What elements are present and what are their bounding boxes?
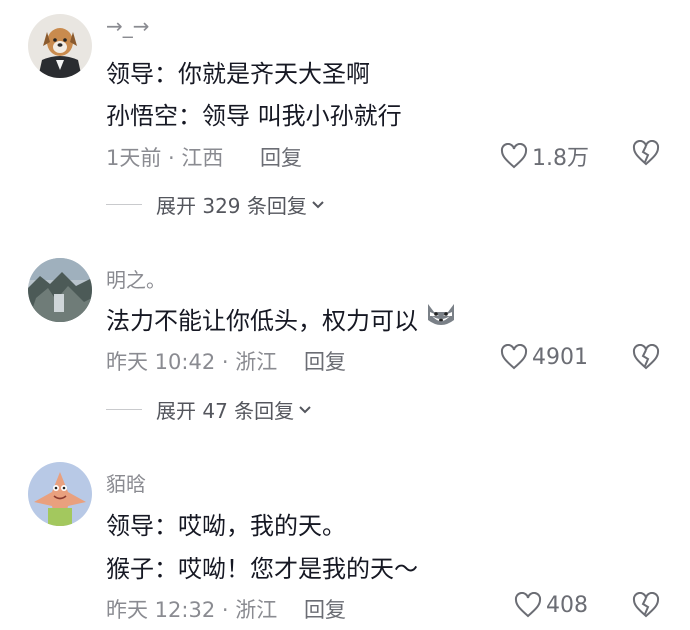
like-button[interactable]: 1.8万 — [500, 140, 589, 172]
heart-outline-icon — [500, 344, 528, 370]
expand-replies-label: 展开 329 条回复 — [156, 194, 307, 218]
expand-replies-button[interactable]: 展开 47 条回复 — [106, 395, 312, 424]
avatar[interactable] — [28, 14, 92, 78]
comment-text-line-2: 孙悟空：领导 叫我小孙就行 — [106, 102, 402, 130]
comment-text-line-1: 法力不能让你低头，权力可以 — [106, 300, 458, 336]
reply-button[interactable]: 回复 — [260, 142, 302, 172]
heart-outline-icon — [514, 592, 542, 618]
comment-text-line-2: 猴子：哎呦！您才是我的天～ — [106, 555, 418, 583]
timestamp-location: 昨天 10:42 · 浙江 — [106, 350, 278, 374]
comment-text-line-1: 领导：你就是齐天大圣啊 — [106, 60, 370, 88]
reply-button[interactable]: 回复 — [304, 346, 346, 376]
landscape-avatar-image — [28, 258, 92, 322]
dislike-button[interactable] — [632, 343, 660, 374]
expand-replies-button[interactable]: 展开 329 条回复 — [106, 190, 325, 219]
heart-outline-icon — [500, 143, 528, 169]
chevron-down-icon — [299, 405, 311, 413]
broken-heart-icon — [632, 139, 660, 166]
broken-heart-icon — [632, 343, 660, 370]
avatar[interactable] — [28, 258, 92, 322]
chevron-down-icon — [312, 200, 324, 208]
comment-text: 法力不能让你低头，权力可以 — [106, 306, 418, 335]
like-count: 408 — [546, 592, 588, 618]
dislike-button[interactable] — [632, 591, 660, 622]
divider-dash — [106, 409, 142, 410]
username[interactable]: 貊晗 — [106, 468, 146, 497]
username[interactable]: →_→ — [106, 14, 150, 38]
divider-dash — [106, 204, 142, 205]
like-count: 1.8万 — [532, 146, 589, 171]
like-button[interactable]: 408 — [514, 592, 588, 618]
timestamp-location: 昨天 12:32 · 浙江 — [106, 598, 278, 622]
patrick-star-avatar-image — [28, 462, 92, 526]
broken-heart-icon — [632, 591, 660, 618]
like-count: 4901 — [532, 344, 588, 370]
expand-replies-label: 展开 47 条回复 — [156, 399, 295, 423]
dislike-button[interactable] — [632, 139, 660, 170]
dog-suit-avatar-image — [28, 14, 92, 78]
husky-dog-emoji — [424, 300, 458, 336]
timestamp-location: 1天前 · 江西 — [106, 146, 224, 170]
avatar[interactable] — [28, 462, 92, 526]
reply-button[interactable]: 回复 — [304, 594, 346, 624]
username[interactable]: 明之。 — [106, 264, 166, 293]
comment-text-line-1: 领导：哎呦，我的天。 — [106, 512, 346, 540]
like-button[interactable]: 4901 — [500, 344, 588, 370]
